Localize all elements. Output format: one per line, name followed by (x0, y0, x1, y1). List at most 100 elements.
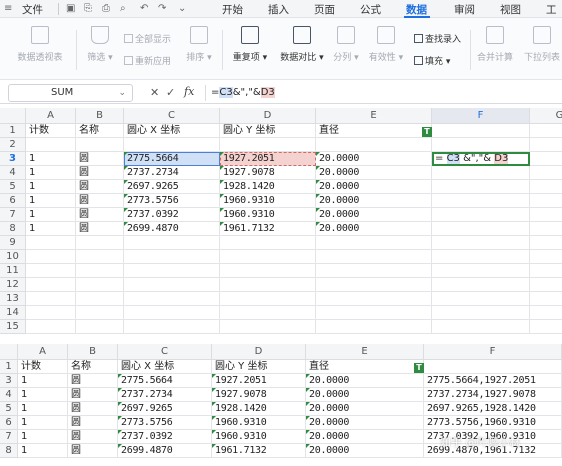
column-header-g[interactable]: G (530, 108, 562, 124)
cell-c7[interactable]: 2737.0392 (118, 430, 212, 444)
show-all-button[interactable]: 全部显示 (124, 32, 171, 45)
row-header-15[interactable]: 15 (0, 320, 26, 334)
cell-d7[interactable]: 1960.9310 (220, 208, 316, 222)
row-header-3[interactable]: 3 (0, 152, 26, 166)
cell-a7[interactable]: 1 (26, 208, 76, 222)
dropdown-list-button[interactable]: 下拉列表 (520, 22, 562, 63)
cell-a4[interactable]: 1 (26, 166, 76, 180)
cell-g4[interactable] (530, 166, 562, 180)
cell-a15[interactable] (26, 320, 76, 334)
cell-b7[interactable]: 圆 (76, 208, 124, 222)
row-header-1[interactable]: 1 (0, 360, 18, 374)
undo-icon[interactable]: ↶ (140, 3, 148, 14)
cell-d1[interactable]: 圆心 Y 坐标 (220, 124, 316, 138)
cell-c4[interactable]: 2737.2734 (118, 388, 212, 402)
cell-a5[interactable]: 1 (26, 180, 76, 194)
cell-f4[interactable]: 2737.2734,1927.9078 (424, 388, 562, 402)
cell-a7[interactable]: 1 (18, 430, 68, 444)
name-box[interactable]: SUM ⌄ (8, 84, 133, 102)
cell-d14[interactable] (220, 306, 316, 320)
cell-f4[interactable] (432, 166, 530, 180)
cell-f9[interactable] (432, 236, 530, 250)
cell-g3[interactable] (530, 152, 562, 166)
cell-g1[interactable] (530, 124, 562, 138)
find-entry-button[interactable]: 查找录入 (414, 32, 461, 45)
column-header-c[interactable]: C (118, 344, 212, 360)
column-header-d[interactable]: D (212, 344, 306, 360)
cell-e6[interactable]: 20.0000 (306, 416, 424, 430)
cell-c12[interactable] (124, 278, 220, 292)
cell-c1[interactable]: 圆心 X 坐标 (124, 124, 220, 138)
tab-formula[interactable]: 公式 (360, 2, 381, 17)
cell-d8[interactable]: 1961.7132 (220, 222, 316, 236)
cell-f3[interactable]: 2775.5664,1927.2051 (424, 374, 562, 388)
column-header-e[interactable]: E (316, 108, 432, 124)
cell-f14[interactable] (432, 306, 530, 320)
cell-b10[interactable] (76, 250, 124, 264)
column-header-a[interactable]: A (26, 108, 76, 124)
cell-e7[interactable]: 20.0000 (316, 208, 432, 222)
cell-c9[interactable] (124, 236, 220, 250)
cell-a13[interactable] (26, 292, 76, 306)
cell-c7[interactable]: 2737.0392 (124, 208, 220, 222)
validity-button[interactable]: 有效性 ▾ (366, 22, 406, 63)
preview-icon[interactable]: ⌕ (120, 3, 126, 14)
cell-b14[interactable] (76, 306, 124, 320)
cell-b15[interactable] (76, 320, 124, 334)
filter-badge-icon[interactable]: T (414, 363, 424, 373)
top-spreadsheet-grid[interactable]: A B C D E F G 1 2 3 4 5 6 7 8 9 10 11 12 13 14 15 计数 名称 圆心 X 坐标圆… (0, 108, 562, 334)
fill-button[interactable]: 填充 ▾ (414, 54, 450, 67)
cell-c1[interactable]: 圆心 X 坐标 (118, 360, 212, 374)
row-header-4[interactable]: 4 (0, 388, 18, 402)
cell-d7[interactable]: 1960.9310 (212, 430, 306, 444)
cell-f1[interactable] (432, 124, 530, 138)
cell-e15[interactable] (316, 320, 432, 334)
row-header-1[interactable]: 1 (0, 124, 26, 138)
cell-c8[interactable]: 2699.4870 (118, 444, 212, 458)
menu-icon[interactable]: ≡ (4, 3, 12, 14)
chevron-down-icon[interactable]: ⌄ (118, 85, 126, 101)
cell-e8[interactable]: 20.0000 (316, 222, 432, 236)
row-header-6[interactable]: 6 (0, 416, 18, 430)
file-menu[interactable]: 文件 (22, 2, 43, 17)
column-header-d[interactable]: D (220, 108, 316, 124)
cell-g5[interactable] (530, 180, 562, 194)
tab-home[interactable]: 开始 (222, 2, 243, 17)
cell-c4[interactable]: 2737.2734 (124, 166, 220, 180)
cell-a4[interactable]: 1 (18, 388, 68, 402)
cell-c14[interactable] (124, 306, 220, 320)
column-header-a[interactable]: A (18, 344, 68, 360)
cell-g8[interactable] (530, 222, 562, 236)
pivot-table-button[interactable]: 数据透视表 (14, 22, 66, 63)
cell-d4[interactable]: 1927.9078 (220, 166, 316, 180)
merge-calc-button[interactable]: 合并计算 (474, 22, 516, 63)
select-all-corner[interactable] (0, 108, 26, 124)
cell-d12[interactable] (220, 278, 316, 292)
cancel-formula-icon[interactable]: ✕ (150, 86, 159, 99)
cell-a5[interactable]: 1 (18, 402, 68, 416)
cell-g7[interactable] (530, 208, 562, 222)
tab-data[interactable]: 数据 (406, 2, 427, 17)
cell-c5[interactable]: 2697.9265 (118, 402, 212, 416)
row-header-11[interactable]: 11 (0, 264, 26, 278)
cell-a14[interactable] (26, 306, 76, 320)
cell-c8[interactable]: 2699.4870 (124, 222, 220, 236)
cell-e4[interactable]: 20.0000 (306, 388, 424, 402)
cell-e14[interactable] (316, 306, 432, 320)
cell-b8[interactable]: 圆 (76, 222, 124, 236)
cell-e1[interactable]: 直径 (306, 360, 424, 374)
more-chevron-icon[interactable]: ⌄ (178, 3, 186, 14)
function-icon[interactable]: fx (184, 85, 194, 98)
cell-d1[interactable]: 圆心 Y 坐标 (212, 360, 306, 374)
cell-f12[interactable] (432, 278, 530, 292)
cell-f7[interactable] (432, 208, 530, 222)
filter-badge-icon[interactable]: T (422, 127, 432, 137)
cell-b3[interactable]: 圆 (76, 152, 124, 166)
cell-c15[interactable] (124, 320, 220, 334)
cell-f5[interactable] (432, 180, 530, 194)
cell-a10[interactable] (26, 250, 76, 264)
cell-e8[interactable]: 20.0000 (306, 444, 424, 458)
cell-d8[interactable]: 1961.7132 (212, 444, 306, 458)
cell-e5[interactable]: 20.0000 (306, 402, 424, 416)
cell-b5[interactable]: 圆 (76, 180, 124, 194)
